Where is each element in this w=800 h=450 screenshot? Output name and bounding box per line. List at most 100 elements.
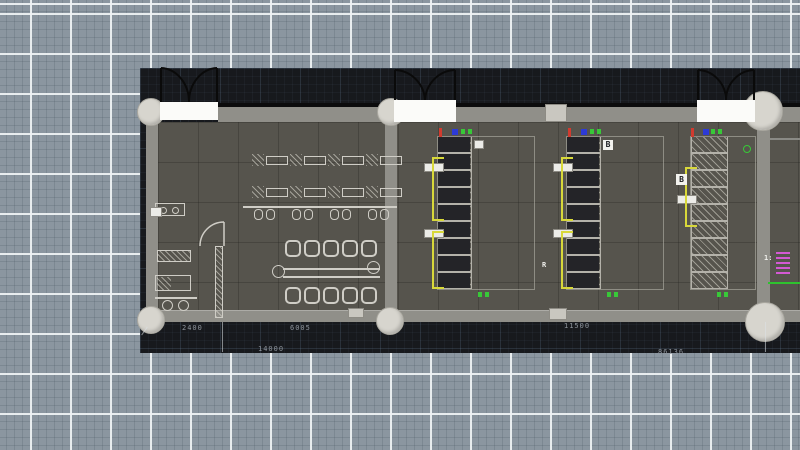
cad-canvas[interactable]: B B R 1: 2400 bbox=[0, 0, 800, 450]
green-marker-icon bbox=[461, 129, 475, 134]
workstation-desk bbox=[304, 156, 326, 165]
wall-top-b bbox=[456, 103, 697, 122]
blue-marker-icon bbox=[703, 129, 709, 135]
column-bottom-mid bbox=[376, 307, 404, 335]
chair bbox=[368, 209, 377, 220]
chair bbox=[178, 300, 189, 311]
chair bbox=[361, 287, 377, 304]
red-marker-icon bbox=[691, 128, 694, 137]
chair bbox=[254, 209, 263, 220]
desk-side bbox=[157, 250, 191, 262]
divider-line bbox=[243, 206, 397, 208]
single-door-icon bbox=[198, 220, 228, 248]
wall-pier-bottom bbox=[549, 308, 567, 320]
green-marker-icon bbox=[717, 292, 729, 297]
end-chair bbox=[367, 261, 380, 274]
chair bbox=[304, 287, 320, 304]
scale-note: 1: bbox=[764, 254, 772, 262]
annex-line bbox=[770, 138, 800, 140]
chair bbox=[342, 287, 358, 304]
chair bbox=[342, 209, 351, 220]
conference-table bbox=[283, 268, 380, 278]
door-sill bbox=[697, 100, 755, 122]
magenta-annotation bbox=[776, 252, 790, 274]
workstation-desk bbox=[380, 188, 402, 197]
dimension-label: 2400 bbox=[182, 324, 203, 332]
chair bbox=[266, 209, 275, 220]
wall-pier-top bbox=[545, 104, 567, 122]
green-marker-icon bbox=[478, 292, 492, 297]
double-door-icon bbox=[160, 68, 218, 102]
chair bbox=[361, 240, 377, 257]
wall-top-a bbox=[218, 103, 394, 122]
chair bbox=[285, 240, 301, 257]
rack-columns bbox=[438, 137, 534, 289]
chair-hatch bbox=[290, 154, 302, 166]
workstation-desk bbox=[342, 188, 364, 197]
chair-hatch bbox=[366, 186, 378, 198]
chair-hatch bbox=[328, 186, 340, 198]
green-marker-icon bbox=[590, 129, 604, 134]
chair bbox=[304, 240, 320, 257]
workstation-desk bbox=[342, 156, 364, 165]
chair bbox=[342, 240, 358, 257]
chair bbox=[292, 209, 301, 220]
workstation-desk bbox=[266, 188, 288, 197]
red-marker-icon bbox=[568, 128, 571, 137]
chair bbox=[323, 240, 339, 257]
model-space: B B R 1: 2400 bbox=[140, 68, 800, 353]
chair bbox=[304, 209, 313, 220]
green-marker-icon bbox=[607, 292, 621, 297]
rack-block-b: B bbox=[566, 136, 664, 290]
green-dot-icon bbox=[743, 145, 751, 153]
boxed-b-label: B bbox=[676, 174, 687, 185]
chair-hatch bbox=[252, 154, 264, 166]
rack-block-a bbox=[437, 136, 535, 290]
tag-chip bbox=[474, 140, 484, 149]
column-bottom-left bbox=[137, 306, 165, 334]
workstation-desk bbox=[266, 156, 288, 165]
dimension-label: 11500 bbox=[564, 322, 590, 330]
desk-side bbox=[155, 275, 191, 291]
rack-block-c bbox=[690, 136, 756, 290]
yellow-bracket bbox=[561, 157, 573, 221]
dimension-label: 14000 bbox=[258, 345, 284, 353]
partition-wall-hatched bbox=[215, 246, 223, 318]
end-chair bbox=[272, 265, 285, 278]
chair-hatch bbox=[157, 277, 171, 290]
equipment-dot bbox=[172, 207, 179, 214]
chair-hatch bbox=[328, 154, 340, 166]
blue-marker-icon bbox=[452, 129, 458, 135]
yellow-bracket bbox=[432, 231, 444, 289]
double-door-icon bbox=[394, 70, 456, 102]
dimension-label: 6005 bbox=[290, 324, 311, 332]
chair-hatch bbox=[366, 154, 378, 166]
desk-edge-line bbox=[155, 297, 197, 299]
yellow-bracket bbox=[432, 157, 444, 221]
r-mark-label: R bbox=[542, 261, 546, 269]
wall-fixture-chip bbox=[150, 207, 162, 217]
chair-hatch bbox=[252, 186, 264, 198]
chair bbox=[380, 209, 389, 220]
chair bbox=[323, 287, 339, 304]
dimension-label: 86136 bbox=[658, 348, 684, 356]
rack-columns bbox=[691, 137, 755, 289]
green-marker-icon bbox=[711, 129, 723, 134]
yellow-bracket bbox=[561, 231, 573, 289]
workstation-desk bbox=[380, 156, 402, 165]
chair-hatch bbox=[290, 186, 302, 198]
green-underline bbox=[768, 282, 800, 284]
wall-bottom bbox=[146, 310, 800, 322]
dimension-tick bbox=[765, 322, 766, 352]
chair bbox=[330, 209, 339, 220]
wall-niche-bottom bbox=[348, 308, 364, 318]
door-sill bbox=[394, 100, 456, 122]
rack-columns bbox=[567, 137, 663, 289]
chair bbox=[285, 287, 301, 304]
double-door-icon bbox=[697, 70, 755, 100]
blue-marker-icon bbox=[581, 129, 587, 135]
dimension-tick bbox=[222, 322, 223, 352]
rack-b-tag: B bbox=[603, 140, 613, 150]
door-sill bbox=[160, 102, 218, 120]
red-marker-icon bbox=[439, 128, 442, 137]
